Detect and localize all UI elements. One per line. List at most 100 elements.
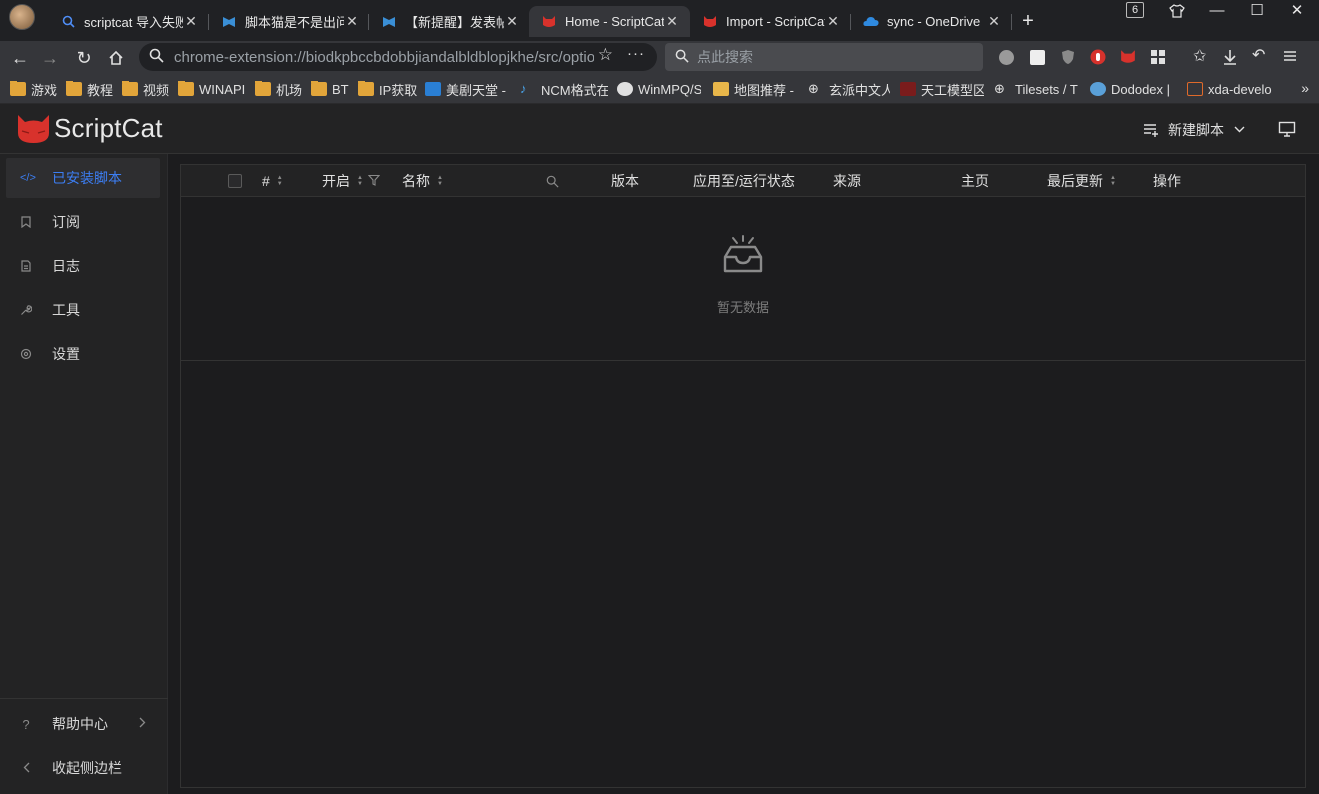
- bookmark-star-icon[interactable]: ☆: [598, 45, 613, 65]
- bookmark-link[interactable]: Dododex |: [1090, 81, 1174, 97]
- sidebar-divider: [0, 698, 168, 699]
- browser-toolbar: ← → ↻ chrome-extension://biodkpbccbdobbj…: [0, 41, 1319, 74]
- app-title: ScriptCat: [54, 113, 163, 143]
- music-icon: ♪: [520, 81, 527, 96]
- sort-icon[interactable]: ▲ ▼: [437, 175, 443, 187]
- sidebar-item-logs[interactable]: 日志: [6, 246, 160, 286]
- name-search-icon[interactable]: [546, 173, 559, 189]
- tab-close-icon[interactable]: ✕: [664, 13, 680, 30]
- sidebar-item-label: 订阅: [52, 214, 80, 230]
- chevron-down-icon: [1234, 124, 1245, 136]
- bookmark-link[interactable]: xda-develo: [1187, 81, 1275, 97]
- browser-tab[interactable]: Import - ScriptCat ✕: [690, 6, 851, 37]
- extension-circle-icon[interactable]: [999, 50, 1014, 65]
- tab-close-icon[interactable]: ✕: [183, 13, 199, 30]
- column-header-enabled[interactable]: 开启 ▲ ▼: [322, 173, 381, 189]
- browser-tab[interactable]: sync - OneDrive ✕: [851, 6, 1012, 37]
- globe-icon: ⊕: [994, 81, 1005, 96]
- code-icon: </>: [20, 172, 36, 184]
- bookmark-link[interactable]: ⊕ Tilesets / T: [994, 81, 1078, 97]
- profile-avatar[interactable]: [9, 4, 35, 30]
- browser-tab-active[interactable]: Home - ScriptCat ✕: [529, 6, 690, 37]
- collapse-sidebar-button[interactable]: 收起侧边栏: [6, 748, 160, 788]
- chevron-right-icon: [139, 717, 146, 731]
- tab-close-icon[interactable]: ✕: [825, 13, 841, 30]
- sidebar-item-label: 设置: [52, 346, 80, 362]
- bookmarks-bar: 游戏 教程 视频 WINAPI 机场 BT IP获取 美剧天堂 - ♪ NCM格式…: [0, 74, 1319, 104]
- bookmark-folder[interactable]: IP获取: [358, 81, 420, 97]
- browser-tab[interactable]: scriptcat 导入失败 ✕: [48, 6, 209, 37]
- browser-tab[interactable]: 脚本猫是不是出问题了 ✕: [209, 6, 370, 37]
- close-window-button[interactable]: ✕: [1274, 0, 1319, 22]
- sidebar-item-installed-scripts[interactable]: </> 已安装脚本: [6, 158, 160, 198]
- bookmark-link[interactable]: 地图推荐 -: [713, 81, 795, 97]
- site-icon: [713, 82, 729, 96]
- sidebar-item-label: 已安装脚本: [52, 170, 122, 186]
- search-icon: [149, 48, 164, 66]
- new-script-dropdown[interactable]: 新建脚本: [1143, 120, 1245, 140]
- scriptcat-icon: [541, 14, 557, 30]
- column-header-source: 来源: [833, 173, 861, 189]
- home-button[interactable]: [103, 45, 129, 71]
- forward-button[interactable]: →: [37, 45, 63, 71]
- bookmark-folder[interactable]: 机场: [255, 81, 305, 97]
- extension-dice-icon[interactable]: [1030, 50, 1045, 65]
- help-center-button[interactable]: ? 帮助中心: [6, 704, 160, 744]
- bookmark-folder[interactable]: BT: [311, 81, 353, 97]
- bookmark-link[interactable]: 天工模型区: [900, 81, 984, 97]
- bookmark-folder[interactable]: 游戏: [10, 81, 60, 97]
- column-header-last-update[interactable]: 最后更新 ▲ ▼: [1047, 173, 1116, 189]
- sidebar-item-settings[interactable]: 设置: [6, 334, 160, 374]
- sidebar-item-subscriptions[interactable]: 订阅: [6, 202, 160, 242]
- chevron-left-icon: [20, 761, 32, 776]
- address-bar-url[interactable]: chrome-extension://biodkpbccbdobbjiandal…: [174, 49, 594, 66]
- column-header-index[interactable]: # ▲ ▼: [262, 173, 283, 189]
- collapse-sidebar-label: 收起侧边栏: [52, 760, 122, 776]
- bookmark-folder[interactable]: 视频: [122, 81, 172, 97]
- site-icon: [1187, 82, 1203, 96]
- reload-button[interactable]: ↻: [71, 45, 97, 71]
- scriptcat-icon: [702, 14, 718, 30]
- sort-icon[interactable]: ▲ ▼: [277, 175, 283, 187]
- search-placeholder: 点此搜索: [697, 49, 753, 65]
- search-icon: [675, 49, 689, 66]
- toolbar-search-input[interactable]: 点此搜索: [665, 43, 983, 71]
- extensions-grid-icon[interactable]: [1150, 49, 1168, 67]
- bookmark-link[interactable]: WinMPQ/S: [617, 81, 701, 97]
- bookmark-link[interactable]: 美剧天堂 -: [425, 81, 507, 97]
- column-header-name[interactable]: 名称 ▲ ▼: [402, 173, 443, 189]
- favorites-icon[interactable]: ✩: [1193, 46, 1211, 65]
- browser-tab[interactable]: 【新提醒】发表帖子 ✕: [369, 6, 530, 37]
- search-icon: [60, 14, 76, 30]
- filter-icon[interactable]: [367, 173, 381, 189]
- scriptcat-extension-icon[interactable]: [1120, 49, 1138, 67]
- sort-icon[interactable]: ▲ ▼: [1110, 175, 1116, 187]
- download-icon[interactable]: [1222, 49, 1240, 67]
- bookmark-link[interactable]: ♪ NCM格式在: [520, 81, 608, 98]
- tab-close-icon[interactable]: ✕: [986, 13, 1002, 30]
- extension-shield-icon[interactable]: [1060, 49, 1078, 67]
- bookmarks-overflow-icon[interactable]: »: [1301, 80, 1309, 96]
- tab-count-badge[interactable]: 6: [1126, 2, 1144, 18]
- undo-icon[interactable]: ↶: [1252, 45, 1270, 64]
- more-icon[interactable]: ···: [627, 45, 645, 62]
- site-icon: [900, 82, 916, 96]
- tab-label: Home - ScriptCat: [565, 14, 664, 29]
- extension-hand-icon[interactable]: [1090, 49, 1108, 67]
- monitor-icon[interactable]: [1278, 121, 1296, 137]
- forum-icon: [221, 14, 237, 30]
- back-button[interactable]: ←: [7, 45, 33, 71]
- select-all-checkbox[interactable]: [228, 174, 242, 188]
- sidebar-item-tools[interactable]: 工具: [6, 290, 160, 330]
- new-tab-button[interactable]: +: [1018, 10, 1038, 32]
- bookmark-link[interactable]: ⊕ 玄派中文人: [808, 81, 890, 98]
- tab-close-icon[interactable]: ✕: [504, 13, 520, 30]
- sort-icon[interactable]: ▲ ▼: [357, 175, 363, 187]
- scripts-table: # ▲ ▼ 开启 ▲ ▼ 名称 ▲ ▼ 版本 应用至/运行状态 来源 主页 最后…: [180, 164, 1306, 788]
- bookmark-folder[interactable]: 教程: [66, 81, 116, 97]
- site-icon: [1090, 82, 1106, 96]
- tab-close-icon[interactable]: ✕: [344, 13, 360, 30]
- bookmark-folder[interactable]: WINAPI: [178, 81, 248, 97]
- address-bar[interactable]: chrome-extension://biodkpbccbdobbjiandal…: [139, 43, 657, 71]
- menu-icon[interactable]: [1283, 49, 1301, 67]
